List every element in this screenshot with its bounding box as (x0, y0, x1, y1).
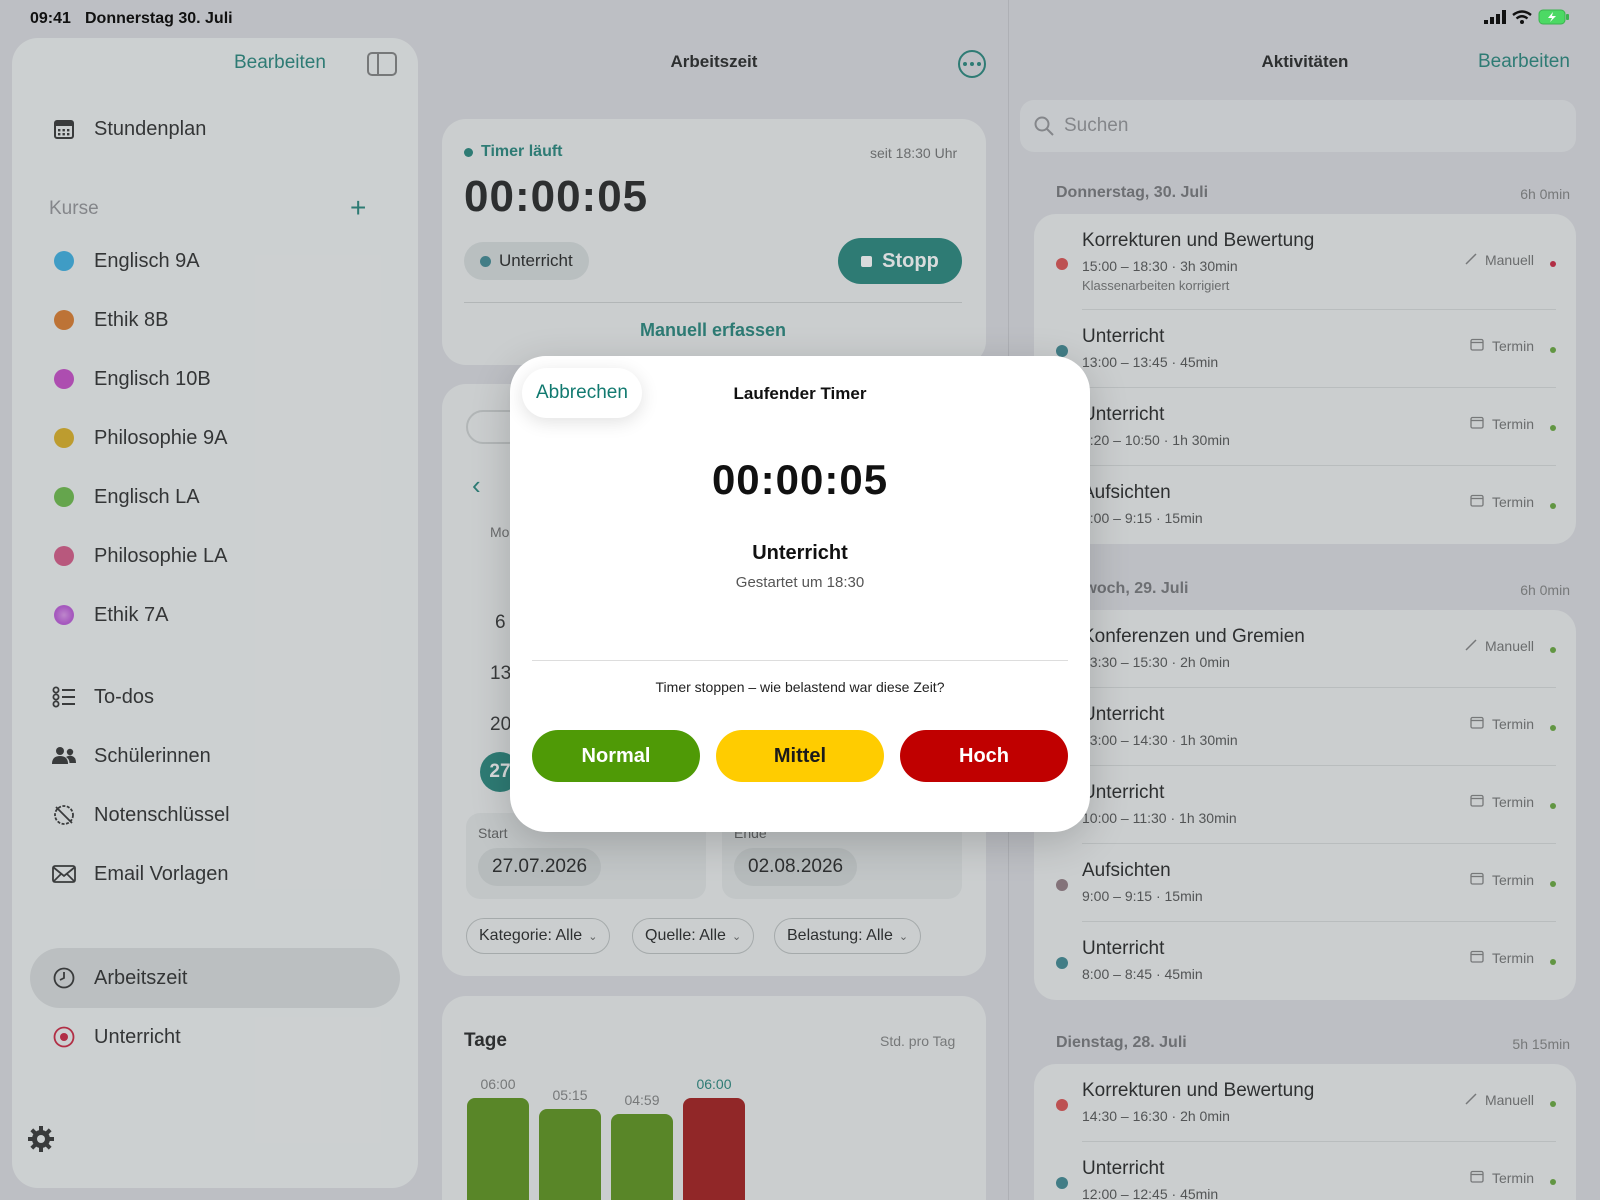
wifi-icon (1512, 10, 1532, 24)
load-mittel-button[interactable]: Mittel (716, 730, 884, 782)
status-time: 09:41 (30, 10, 71, 27)
load-normal-button[interactable]: Normal (532, 730, 700, 782)
status-bar: 09:41 Donnerstag 30. Juli (0, 0, 1600, 36)
running-timer-modal: Abbrechen Laufender Timer 00:00:05 Unter… (510, 356, 1090, 832)
status-date: Donnerstag 30. Juli (85, 10, 233, 27)
status-icons (1484, 9, 1570, 25)
modal-title: Laufender Timer (733, 384, 867, 403)
battery-icon (1538, 9, 1569, 25)
modal-question: Timer stoppen – wie belastend war diese … (655, 679, 945, 695)
modal-timer-value: 00:00:05 (711, 456, 889, 503)
modal-divider (532, 660, 1068, 661)
modal-started-at: Gestartet um 18:30 (735, 574, 865, 591)
load-hoch-button[interactable]: Hoch (900, 730, 1068, 782)
modal-category: Unterricht (752, 542, 848, 564)
signal-icon (1484, 10, 1506, 24)
